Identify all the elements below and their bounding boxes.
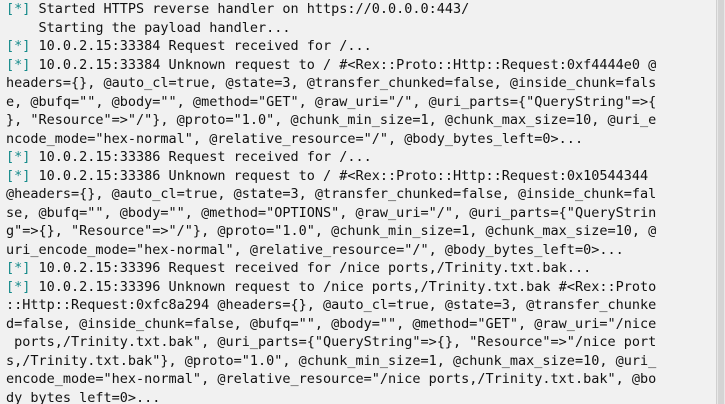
terminal-line: [*] 10.0.2.15:33384 Request received for… (6, 37, 716, 56)
terminal-line-text: encode_mode="hex-normal", @relative_reso… (6, 371, 657, 387)
terminal-line-text: 10.0.2.15:33396 Request received for /ni… (30, 260, 592, 276)
terminal-line-text: ncode_mode="hex-normal", @relative_resou… (6, 130, 584, 147)
terminal-line: se, @bufq="", @body="", @method="OPTIONS… (6, 204, 716, 223)
terminal-line: [*] 10.0.2.15:33396 Unknown request to /… (6, 278, 716, 297)
status-prefix: [*] (6, 38, 31, 54)
terminal-line-text: @headers={}, @auto_cl=true, @state=3, @t… (6, 186, 657, 202)
terminal-line: d=false, @inside_chunk=false, @bufq="", … (6, 315, 716, 334)
terminal-line: e, @bufq="", @body="", @method="GET", @r… (6, 93, 716, 112)
terminal-line: Starting the payload handler... (6, 19, 716, 38)
terminal-line-text: e, @bufq="", @body="", @method="GET", @r… (6, 93, 657, 110)
terminal-line: [*] 10.0.2.15:33386 Request received for… (6, 148, 716, 167)
status-prefix: [*] (6, 149, 31, 165)
terminal-line-text: 10.0.2.15:33384 Request received for /..… (30, 38, 372, 54)
terminal-line-text: 10.0.2.15:33384 Unknown request to / #<R… (30, 56, 657, 73)
terminal-line: s,/Trinity.txt.bak"}, @proto="1.0", @chu… (6, 352, 716, 371)
terminal-line-text: 10.0.2.15:33386 Request received for /..… (30, 149, 372, 165)
terminal-line: ports,/Trinity.txt.bak", @uri_parts={"Qu… (6, 333, 716, 352)
terminal-line-text: g"=>{}, "Resource"=>"/"}, @proto="1.0", … (6, 223, 657, 239)
terminal-line: @headers={}, @auto_cl=true, @state=3, @t… (6, 185, 716, 204)
status-prefix: [*] (6, 56, 31, 73)
terminal-line-text: ports,/Trinity.txt.bak", @uri_parts={"Qu… (6, 334, 657, 350)
terminal-line-text: s,/Trinity.txt.bak"}, @proto="1.0", @chu… (6, 352, 657, 369)
terminal-line: }, "Resource"=>"/"}, @proto="1.0", @chun… (6, 111, 716, 130)
terminal-line-text: se, @bufq="", @body="", @method="OPTIONS… (6, 204, 657, 221)
terminal-line: g"=>{}, "Resource"=>"/"}, @proto="1.0", … (6, 222, 716, 241)
terminal-line-text: Starting the payload handler... (6, 19, 291, 36)
terminal-line: [*] 10.0.2.15:33396 Request received for… (6, 259, 716, 278)
scrollbar-thumb[interactable] (718, 0, 724, 404)
terminal-line-text: dy_bytes_left=0>... (6, 389, 161, 404)
status-prefix: [*] (6, 1, 31, 17)
terminal-line: uri_encode_mode="hex-normal", @relative_… (6, 241, 716, 260)
terminal-line-text: uri_encode_mode="hex-normal", @relative_… (6, 241, 624, 258)
terminal-line-text: }, "Resource"=>"/"}, @proto="1.0", @chun… (6, 112, 657, 128)
terminal-line: ncode_mode="hex-normal", @relative_resou… (6, 130, 716, 149)
vertical-scrollbar[interactable] (716, 0, 725, 404)
status-prefix: [*] (6, 260, 31, 276)
terminal-line-text: ::Http::Request:0xfc8a294 @headers={}, @… (6, 297, 657, 313)
terminal-line: headers={}, @auto_cl=true, @state=3, @tr… (6, 74, 716, 93)
terminal-text: [*] Started HTTPS reverse handler on htt… (0, 0, 716, 404)
terminal-line: ::Http::Request:0xfc8a294 @headers={}, @… (6, 296, 716, 315)
terminal-output: [*] Started HTTPS reverse handler on htt… (0, 0, 716, 404)
terminal-line: [*] Started HTTPS reverse handler on htt… (6, 0, 716, 19)
status-prefix: [*] (6, 278, 31, 295)
terminal-line-text: 10.0.2.15:33396 Unknown request to /nice… (30, 278, 657, 295)
terminal-line-text: headers={}, @auto_cl=true, @state=3, @tr… (6, 75, 657, 91)
status-prefix: [*] (6, 167, 31, 184)
terminal-line: [*] 10.0.2.15:33386 Unknown request to /… (6, 167, 716, 186)
terminal-line-text: Started HTTPS reverse handler on https:/… (30, 1, 470, 17)
terminal-line: [*] 10.0.2.15:33384 Unknown request to /… (6, 56, 716, 75)
terminal-line: dy_bytes_left=0>... (6, 389, 716, 404)
terminal-line: encode_mode="hex-normal", @relative_reso… (6, 370, 716, 389)
terminal-line-text: d=false, @inside_chunk=false, @bufq="", … (6, 315, 657, 332)
terminal-line-text: 10.0.2.15:33386 Unknown request to / #<R… (30, 167, 649, 184)
